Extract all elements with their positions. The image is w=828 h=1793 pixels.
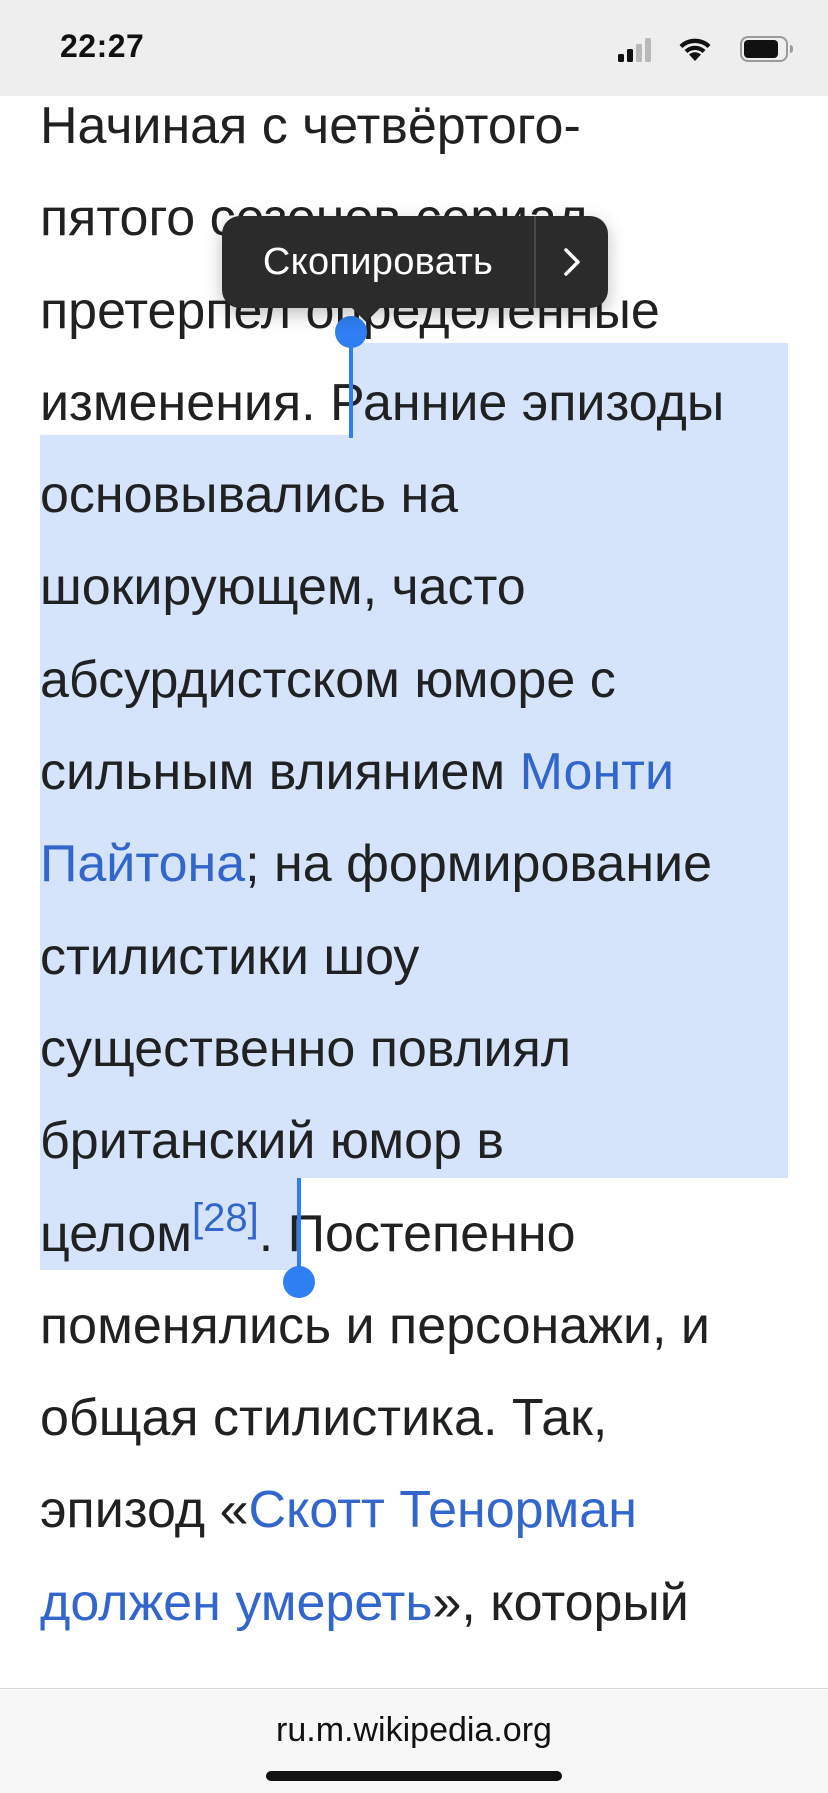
status-time: 22:27	[60, 28, 145, 64]
link-scott-tenorman[interactable]: Скотт Тенорман	[248, 1481, 636, 1539]
article-line: целом[28]. Постепенно	[40, 1195, 576, 1263]
selection-end-caret	[297, 1178, 301, 1274]
article-line: общая стилистика. Так,	[40, 1389, 608, 1448]
reference-link-28[interactable]: [28]	[192, 1196, 259, 1240]
selection-end-handle[interactable]	[283, 1266, 315, 1298]
home-indicator[interactable]	[266, 1771, 562, 1781]
link-monty-python-continued[interactable]: Пайтона	[40, 835, 245, 893]
article-line: стилистики шоу	[40, 927, 420, 986]
article-line: Начиная с четвёртого-	[40, 97, 581, 155]
selection-start-caret	[349, 340, 353, 438]
cellular-signal-icon	[618, 38, 651, 62]
wifi-icon	[679, 38, 711, 61]
selected-text: Ранние эпизоды	[330, 373, 725, 432]
url-text[interactable]: ru.m.wikipedia.org	[0, 1711, 828, 1750]
browser-url-bar[interactable]: ru.m.wikipedia.org	[0, 1688, 828, 1793]
article-line: абсурдистском юморе с	[40, 650, 616, 709]
copy-button[interactable]: Скопировать	[222, 216, 534, 308]
article-line: изменения. Ранние эпизоды	[40, 373, 725, 432]
article-line: основывались на	[40, 466, 459, 525]
article-body[interactable]: Начиная с четвёртого- пятого сезонов сер…	[40, 80, 800, 1649]
more-options-button[interactable]	[536, 216, 608, 308]
article-line: шокирующем, часто	[40, 558, 526, 617]
article-line: сильным влиянием Монти	[40, 743, 675, 802]
article-line: должен умереть», который	[40, 1573, 689, 1632]
article-line: эпизод «Скотт Тенорман	[40, 1481, 637, 1540]
link-scott-tenorman-continued[interactable]: должен умереть	[40, 1574, 432, 1632]
chevron-right-icon	[564, 248, 580, 276]
article-line: британский юмор в	[40, 1112, 504, 1171]
article-line: Пайтона; на формирование	[40, 835, 713, 894]
article-line: существенно повлиял	[40, 1019, 572, 1078]
battery-icon	[740, 36, 793, 62]
article-line: поменялись и персонажи, и	[40, 1296, 710, 1355]
text-edit-menu: Скопировать	[222, 216, 608, 322]
link-monty-python[interactable]: Монти	[520, 743, 674, 801]
